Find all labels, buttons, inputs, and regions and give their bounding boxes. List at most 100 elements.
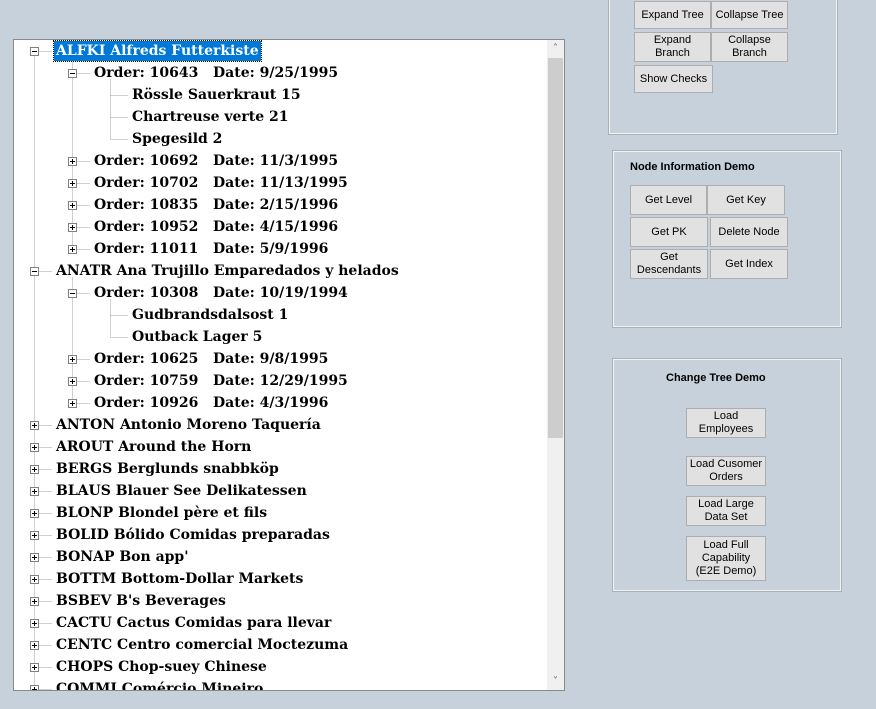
tree-node-level-1[interactable]: Order: 10952 Date: 4/15/1996 <box>92 216 340 238</box>
tree-node-label[interactable]: BLONP Blondel père et fils <box>54 503 269 523</box>
expand-plus-icon[interactable] <box>30 597 39 606</box>
tree-node-level-2[interactable]: Rössle Sauerkraut 15 <box>130 84 303 106</box>
tree-node-label[interactable]: Rössle Sauerkraut 15 <box>130 85 303 105</box>
tree-node-level-0[interactable]: ALFKI Alfreds Futterkiste <box>53 40 262 62</box>
tree-node-label[interactable]: CENTC Centro comercial Moctezuma <box>54 635 350 655</box>
get-pk-button[interactable]: Get PK <box>630 217 708 247</box>
get-key-button[interactable]: Get Key <box>707 185 785 215</box>
tree-node-label[interactable]: BONAP Bon app' <box>54 547 191 567</box>
tree-node-label[interactable]: Order: 10308 Date: 10/19/1994 <box>92 283 350 303</box>
expand-tree-button[interactable]: Expand Tree <box>634 1 711 29</box>
collapse-branch-button[interactable]: Collapse Branch <box>711 32 788 62</box>
tree-node-level-1[interactable]: Order: 10926 Date: 4/3/1996 <box>92 392 330 414</box>
tree-node-level-0[interactable]: BERGS Berglunds snabbköp <box>54 458 281 480</box>
show-checks-button[interactable]: Show Checks <box>634 65 713 93</box>
tree-node-label[interactable]: Outback Lager 5 <box>130 327 264 347</box>
expand-plus-icon[interactable] <box>68 223 77 232</box>
load-full-capability-button[interactable]: Load Full Capability (E2E Demo) <box>686 536 766 581</box>
tree-node-label[interactable]: BOTTM Bottom-Dollar Markets <box>54 569 305 589</box>
tree-node-level-0[interactable]: BLAUS Blauer See Delikatessen <box>54 480 309 502</box>
collapse-tree-button[interactable]: Collapse Tree <box>711 1 788 29</box>
tree-node-label[interactable]: ANATR Ana Trujillo Emparedados y helados <box>54 261 401 281</box>
collapse-minus-icon[interactable] <box>30 267 39 276</box>
tree-node-level-1[interactable]: Order: 10702 Date: 11/13/1995 <box>92 172 350 194</box>
tree-node-label[interactable]: Chartreuse verte 21 <box>130 107 291 127</box>
tree-node-level-0[interactable]: CENTC Centro comercial Moctezuma <box>54 634 350 656</box>
tree-node-level-1[interactable]: Order: 11011 Date: 5/9/1996 <box>92 238 330 260</box>
expand-branch-button[interactable]: Expand Branch <box>634 32 711 62</box>
tree-node-label[interactable]: Order: 10952 Date: 4/15/1996 <box>92 217 340 237</box>
tree-node-label[interactable]: ALFKI Alfreds Futterkiste <box>53 40 262 62</box>
get-index-button[interactable]: Get Index <box>710 249 788 279</box>
collapse-minus-icon[interactable] <box>68 289 77 298</box>
tree-node-label[interactable]: CHOPS Chop-suey Chinese <box>54 657 269 677</box>
tree-node-label[interactable]: AROUT Around the Horn <box>54 437 253 457</box>
tree-node-label[interactable]: Order: 10625 Date: 9/8/1995 <box>92 349 330 369</box>
expand-plus-icon[interactable] <box>68 179 77 188</box>
tree-vertical-scrollbar[interactable]: ˄ ˅ <box>547 40 564 690</box>
delete-node-button[interactable]: Delete Node <box>710 217 788 247</box>
tree-node-label[interactable]: COMMI Comércio Mineiro <box>54 679 265 690</box>
expand-plus-icon[interactable] <box>30 619 39 628</box>
customer-order-tree[interactable]: ALFKI Alfreds Futterkiste Order: 10643 Da… <box>13 39 565 691</box>
tree-node-level-0[interactable]: BONAP Bon app' <box>54 546 191 568</box>
expand-plus-icon[interactable] <box>30 685 39 690</box>
expand-plus-icon[interactable] <box>30 487 39 496</box>
expand-plus-icon[interactable] <box>68 355 77 364</box>
tree-node-level-1[interactable]: Order: 10643 Date: 9/25/1995 <box>92 62 340 84</box>
tree-node-label[interactable]: Order: 11011 Date: 5/9/1996 <box>92 239 330 259</box>
scroll-thumb[interactable] <box>548 58 563 438</box>
tree-node-label[interactable]: Spegesild 2 <box>130 129 224 149</box>
tree-node-level-1[interactable]: Order: 10835 Date: 2/15/1996 <box>92 194 340 216</box>
expand-plus-icon[interactable] <box>68 377 77 386</box>
tree-node-level-0[interactable]: ANTON Antonio Moreno Taquería <box>54 414 323 436</box>
expand-plus-icon[interactable] <box>30 443 39 452</box>
tree-node-label[interactable]: Order: 10835 Date: 2/15/1996 <box>92 195 340 215</box>
load-customer-orders-button[interactable]: Load Cusomer Orders <box>686 456 766 486</box>
get-level-button[interactable]: Get Level <box>630 185 707 215</box>
expand-plus-icon[interactable] <box>68 245 77 254</box>
tree-node-level-0[interactable]: BOLID Bólido Comidas preparadas <box>54 524 332 546</box>
tree-node-level-2[interactable]: Gudbrandsdalsost 1 <box>130 304 290 326</box>
expand-plus-icon[interactable] <box>30 421 39 430</box>
tree-node-level-0[interactable]: BLONP Blondel père et fils <box>54 502 269 524</box>
expand-plus-icon[interactable] <box>30 531 39 540</box>
tree-node-level-2[interactable]: Chartreuse verte 21 <box>130 106 291 128</box>
tree-node-level-2[interactable]: Spegesild 2 <box>130 128 224 150</box>
tree-node-label[interactable]: BSBEV B's Beverages <box>54 591 228 611</box>
tree-node-label[interactable]: Gudbrandsdalsost 1 <box>130 305 290 325</box>
load-large-data-set-button[interactable]: Load Large Data Set <box>686 496 766 526</box>
tree-node-label[interactable]: Order: 10702 Date: 11/13/1995 <box>92 173 350 193</box>
tree-node-label[interactable]: Order: 10759 Date: 12/29/1995 <box>92 371 350 391</box>
tree-node-label[interactable]: BLAUS Blauer See Delikatessen <box>54 481 309 501</box>
tree-node-label[interactable]: BOLID Bólido Comidas preparadas <box>54 525 332 545</box>
tree-node-level-1[interactable]: Order: 10759 Date: 12/29/1995 <box>92 370 350 392</box>
scroll-down-arrow-icon[interactable]: ˅ <box>547 673 564 690</box>
expand-plus-icon[interactable] <box>30 641 39 650</box>
expand-plus-icon[interactable] <box>30 553 39 562</box>
tree-node-level-0[interactable]: BOTTM Bottom-Dollar Markets <box>54 568 305 590</box>
expand-plus-icon[interactable] <box>30 465 39 474</box>
tree-node-level-1[interactable]: Order: 10692 Date: 11/3/1995 <box>92 150 340 172</box>
collapse-minus-icon[interactable] <box>30 47 39 56</box>
tree-node-level-2[interactable]: Outback Lager 5 <box>130 326 264 348</box>
tree-node-label[interactable]: Order: 10926 Date: 4/3/1996 <box>92 393 330 413</box>
expand-plus-icon[interactable] <box>68 157 77 166</box>
expand-plus-icon[interactable] <box>30 509 39 518</box>
expand-plus-icon[interactable] <box>30 663 39 672</box>
scroll-up-arrow-icon[interactable]: ˄ <box>547 40 564 57</box>
tree-node-level-0[interactable]: CHOPS Chop-suey Chinese <box>54 656 269 678</box>
tree-node-label[interactable]: BERGS Berglunds snabbköp <box>54 459 281 479</box>
collapse-minus-icon[interactable] <box>68 69 77 78</box>
tree-node-level-0[interactable]: ANATR Ana Trujillo Emparedados y helados <box>54 260 401 282</box>
expand-plus-icon[interactable] <box>68 399 77 408</box>
tree-node-label[interactable]: Order: 10643 Date: 9/25/1995 <box>92 63 340 83</box>
tree-node-level-0[interactable]: CACTU Cactus Comidas para llevar <box>54 612 333 634</box>
tree-node-label[interactable]: ANTON Antonio Moreno Taquería <box>54 415 323 435</box>
expand-plus-icon[interactable] <box>30 575 39 584</box>
load-employees-button[interactable]: Load Employees <box>686 408 766 438</box>
expand-plus-icon[interactable] <box>68 201 77 210</box>
tree-node-level-0[interactable]: COMMI Comércio Mineiro <box>54 678 265 690</box>
tree-node-level-1[interactable]: Order: 10308 Date: 10/19/1994 <box>92 282 350 304</box>
tree-node-label[interactable]: CACTU Cactus Comidas para llevar <box>54 613 333 633</box>
